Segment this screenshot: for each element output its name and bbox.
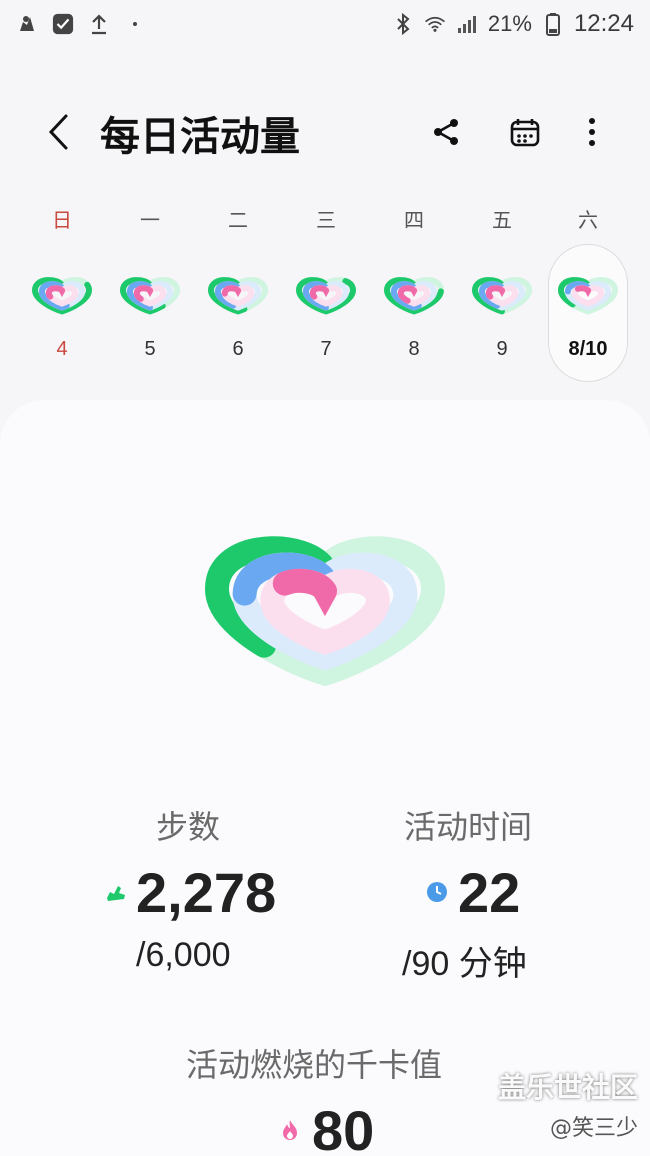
activity-rings-heart [204,536,446,687]
mini-activity-heart-icon [383,277,445,315]
mini-activity-heart-icon [207,277,269,315]
mini-activity-heart-icon [31,277,93,315]
active-time-value: 22 [458,861,521,924]
active-time-goal: /90 分钟 [402,945,527,983]
chevron-left-icon [48,114,68,150]
watermark-site: 盖乐世社区 [497,1071,638,1104]
day-of-week-label: 三 [316,208,336,232]
calendar-icon [510,119,540,147]
day-of-week-label: 六 [578,208,598,232]
day-of-week-label: 二 [228,208,248,232]
day-of-week-label: 一 [140,208,160,232]
day-item-fri[interactable]: 五 9 [460,196,544,386]
clock-time: 12:24 [573,10,634,37]
day-item-mon[interactable]: 一 5 [108,196,192,386]
mini-activity-heart-icon [557,277,619,315]
game-notification-icon [16,13,38,35]
calendar-button[interactable] [501,108,549,156]
watermark-user: @笑三少 [549,1116,638,1141]
signal-icon [456,13,478,35]
app-notification-icon [52,13,74,35]
battery-icon [542,13,564,36]
mini-activity-heart-icon [119,277,181,315]
day-date-label: 6 [232,338,244,360]
steps-label: 步数 [156,808,221,846]
day-item-tue[interactable]: 二 6 [196,196,280,386]
day-date-label: 7 [320,338,332,360]
day-of-week-label: 四 [404,208,424,232]
activity-summary-card: 步数 2,278 /6,000 活动时间 22 /90 分钟 活动燃烧的千卡值 … [0,400,650,1156]
day-item-sat-selected[interactable]: 六 8/10 [546,196,630,386]
share-icon [434,119,458,145]
battery-percent: 21% [487,11,532,36]
clock-icon [427,882,447,902]
mini-activity-heart-icon [471,277,533,315]
shoe-icon [107,886,125,901]
calories-label: 活动燃烧的千卡值 [186,1046,443,1084]
day-date-label: 4 [56,338,68,360]
day-date-label: 8/10 [568,338,608,360]
mini-activity-heart-icon [295,277,357,315]
flame-icon [283,1120,297,1140]
day-item-thu[interactable]: 四 8 [372,196,456,386]
steps-goal: /6,000 [136,936,231,974]
active-time-label: 活动时间 [404,808,533,846]
bluetooth-icon [392,12,414,36]
more-notifications-dot-icon [124,13,146,35]
week-selector: 日 4 一 5 二 6 三 7 四 8 五 9 六 8/10 [0,196,650,386]
day-date-label: 8 [408,338,420,360]
status-bar: 21% 12:24 [0,0,650,48]
more-options-button[interactable] [568,108,616,156]
back-button[interactable] [36,108,80,156]
page-title: 每日活动量 [100,114,300,160]
day-of-week-label: 日 [52,208,72,232]
share-button[interactable] [422,108,470,156]
upload-icon [88,13,110,35]
calories-value: 80 [312,1099,375,1156]
day-date-label: 5 [144,338,156,360]
steps-value: 2,278 [136,861,277,924]
day-item-sun[interactable]: 日 4 [20,196,104,386]
day-date-label: 9 [496,338,508,360]
day-item-wed[interactable]: 三 7 [284,196,368,386]
app-bar: 每日活动量 [0,92,650,172]
more-vertical-icon [589,118,595,146]
wifi-icon [424,13,446,35]
day-of-week-label: 五 [492,208,512,232]
